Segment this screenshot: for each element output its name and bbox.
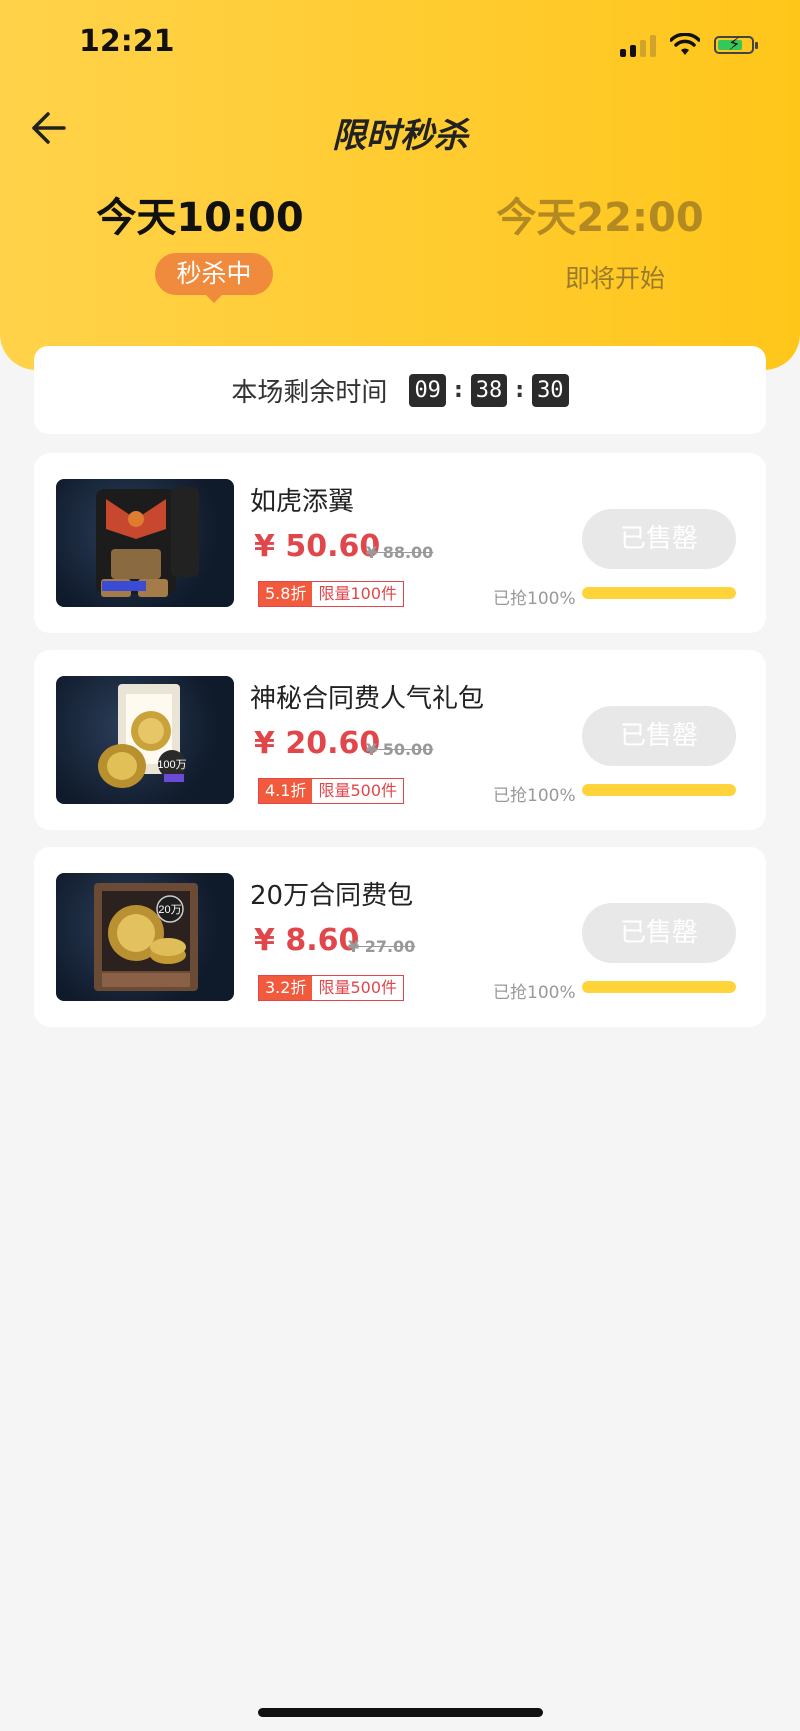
product-name: 20万合同费包 <box>250 881 414 911</box>
signal-icon <box>620 33 656 57</box>
battery-icon: ⚡ <box>714 34 758 55</box>
limit-badge: 限量500件 <box>312 976 403 1000</box>
svg-text:100万: 100万 <box>157 759 186 771</box>
countdown-separator: : <box>453 377 463 403</box>
sold-percentage-label: 已抢100% <box>493 589 576 609</box>
session-tab-2200[interactable]: 今天22:00 <box>450 185 750 243</box>
session-tab-1000[interactable]: 今天10:00 <box>50 185 350 243</box>
product-price: ¥ 20.60 <box>254 726 381 761</box>
product-thumbnail: 20万 <box>56 873 234 1001</box>
product-card[interactable]: 20万 20万合同费包 ¥ 8.60 ¥ 27.00 3.2折 限量500件 已… <box>34 847 766 1027</box>
countdown-seconds: 30 <box>532 373 569 407</box>
sold-out-button[interactable]: 已售罄 <box>582 903 736 963</box>
product-price: ¥ 8.60 <box>254 923 360 958</box>
countdown-label: 本场剩余时间 <box>231 377 388 408</box>
product-card[interactable]: 100万 神秘合同费人气礼包 ¥ 20.60 ¥ 50.00 4.1折 限量50… <box>34 650 766 830</box>
product-thumbnail <box>56 479 234 607</box>
product-original-price: ¥ 27.00 <box>348 937 416 956</box>
session-status-upcoming: 即将开始 <box>564 264 665 293</box>
sold-out-button[interactable]: 已售罄 <box>582 509 736 569</box>
product-card[interactable]: 如虎添翼 ¥ 50.60 ¥ 88.00 5.8折 限量100件 已售罄 已抢1… <box>34 453 766 633</box>
product-original-price: ¥ 50.00 <box>366 740 434 759</box>
page-title: 限时秒杀 <box>332 116 468 156</box>
countdown-separator: : <box>515 377 525 403</box>
product-tags: 5.8折 限量100件 <box>258 581 404 607</box>
limit-badge: 限量100件 <box>312 582 403 606</box>
countdown-hours: 09 <box>409 373 446 407</box>
sold-progress-bar <box>582 981 736 993</box>
discount-badge: 3.2折 <box>259 976 313 1000</box>
sold-out-button[interactable]: 已售罄 <box>582 706 736 766</box>
product-tags: 4.1折 限量500件 <box>258 778 404 804</box>
product-thumbnail: 100万 <box>56 676 234 804</box>
countdown-card: 本场剩余时间 09 : 38 : 30 <box>34 346 766 434</box>
limit-badge: 限量500件 <box>312 779 403 803</box>
sold-percentage-label: 已抢100% <box>493 983 576 1003</box>
discount-badge: 4.1折 <box>259 779 313 803</box>
product-original-price: ¥ 88.00 <box>366 543 434 562</box>
wifi-icon <box>670 33 700 55</box>
home-indicator <box>258 1708 543 1717</box>
armor-gear-icon <box>96 487 199 597</box>
coin-box-icon: 20万 <box>94 883 198 991</box>
countdown-minutes: 38 <box>470 373 508 407</box>
sold-progress-bar <box>582 587 736 599</box>
product-price: ¥ 50.60 <box>254 529 381 564</box>
sold-percentage-label: 已抢100% <box>493 786 576 806</box>
sold-progress-bar <box>582 784 736 796</box>
header-banner: 12:21 ⚡ 限时秒杀 今天10:00 今天22:00 秒杀中 即将开始 <box>0 0 800 370</box>
product-name: 如虎添翼 <box>250 487 355 517</box>
status-time: 12:21 <box>79 24 175 59</box>
session-status-active: 秒杀中 <box>155 253 273 303</box>
product-name: 神秘合同费人气礼包 <box>250 684 485 714</box>
svg-text:20万: 20万 <box>158 904 181 916</box>
status-icons: ⚡ <box>620 30 758 60</box>
discount-badge: 5.8折 <box>259 582 313 606</box>
product-tags: 3.2折 限量500件 <box>258 975 404 1001</box>
coin-gift-pack-icon: 100万 <box>98 684 187 788</box>
